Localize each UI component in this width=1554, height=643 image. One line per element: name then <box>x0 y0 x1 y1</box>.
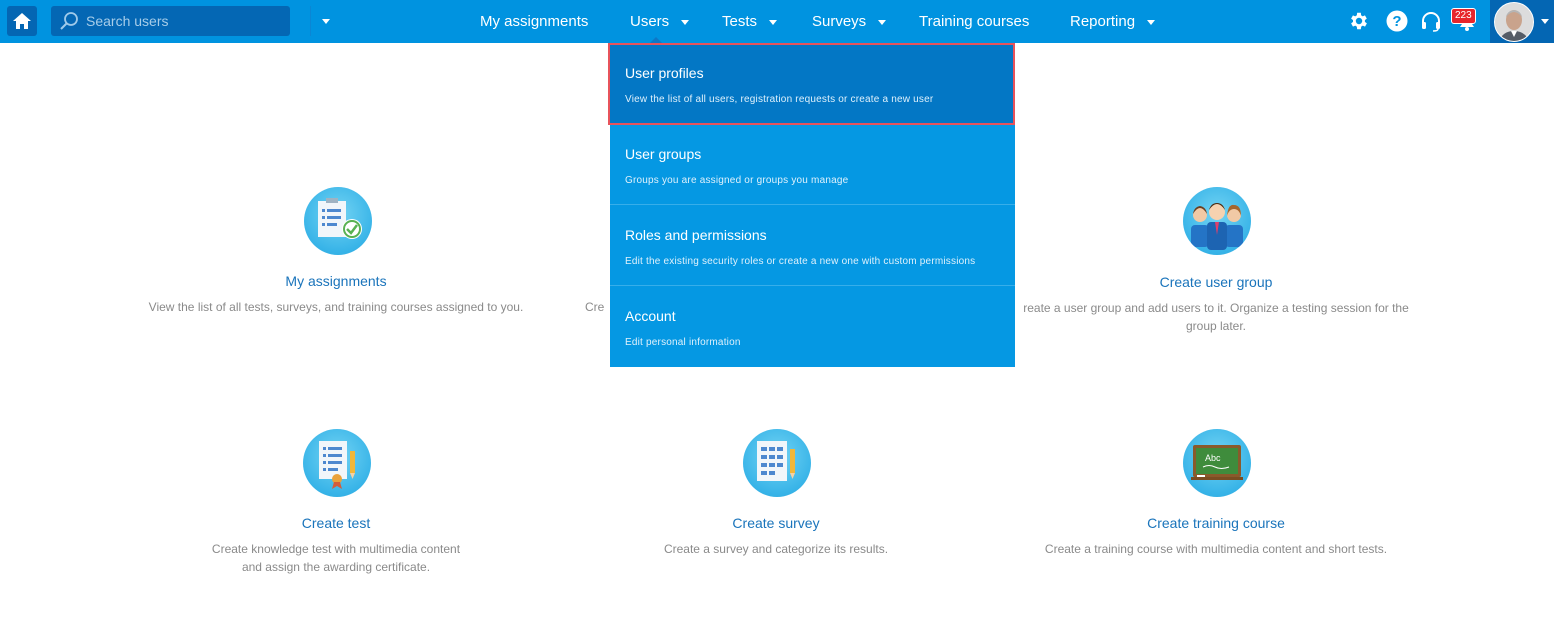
menu-item-description: Edit personal information <box>625 337 741 348</box>
menu-item-roles-and-permissions[interactable]: Roles and permissions Edit the existing … <box>610 206 1015 286</box>
search-icon <box>60 12 78 30</box>
nav-reporting[interactable]: Reporting <box>1070 0 1156 43</box>
avatar <box>1494 2 1534 42</box>
user-photo-icon <box>1495 3 1533 41</box>
description-line: Create knowledge test with multimedia co… <box>211 542 461 556</box>
chevron-down-icon <box>878 20 887 25</box>
description-line: and assign the awarding certificate. <box>241 560 431 574</box>
support-button[interactable] <box>1418 8 1444 34</box>
help-icon: ? <box>1386 10 1408 32</box>
nav-my-assignments[interactable]: My assignments <box>480 0 588 43</box>
chevron-down-icon <box>1541 19 1549 24</box>
create-user-group-icon[interactable] <box>1183 187 1251 255</box>
chalkboard-text: Abc <box>1205 453 1221 463</box>
create-survey-link[interactable]: Create survey <box>732 515 819 531</box>
nav-label: Training courses <box>919 12 1030 30</box>
home-icon <box>13 13 31 29</box>
headset-icon <box>1422 12 1440 32</box>
menu-item-title: User groups <box>625 146 702 162</box>
menu-item-description: Groups you are assigned or groups you ma… <box>625 175 849 186</box>
create-survey-description: Create a survey and categorize its resul… <box>663 542 889 556</box>
settings-button[interactable] <box>1346 8 1372 34</box>
users-dropdown-menu: User profiles View the list of all users… <box>608 43 1015 367</box>
user-search <box>51 6 330 36</box>
chevron-down-icon <box>769 20 778 25</box>
chevron-down-icon <box>681 20 690 25</box>
menu-item-title: Roles and permissions <box>625 227 767 243</box>
nav-label: Surveys <box>812 12 867 30</box>
nav-tests[interactable]: Tests <box>722 0 778 43</box>
create-training-course-icon[interactable]: Abc <box>1183 429 1251 497</box>
notification-count-badge: 223 <box>1451 8 1476 24</box>
description-line: group later. <box>1185 319 1247 333</box>
help-button[interactable]: ? <box>1384 8 1410 34</box>
menu-item-description: Edit the existing security roles or crea… <box>625 256 976 267</box>
search-input[interactable] <box>86 6 276 36</box>
menu-item-user-groups[interactable]: User groups Groups you are assigned or g… <box>610 125 1015 205</box>
create-test-description: Create knowledge test with multimedia co… <box>116 540 556 576</box>
create-test-icon[interactable] <box>303 429 371 497</box>
create-survey-icon[interactable] <box>743 429 811 497</box>
nav-label: Reporting <box>1070 12 1136 30</box>
create-user-group-description: reate a user group and add users to it. … <box>996 299 1436 335</box>
nav-label: My assignments <box>480 12 589 30</box>
menu-item-account[interactable]: Account Edit personal information <box>610 287 1015 367</box>
nav-surveys[interactable]: Surveys <box>812 0 887 43</box>
menu-item-title: User profiles <box>625 65 704 81</box>
nav-label: Tests <box>722 12 758 30</box>
description-line: reate a user group and add users to it. … <box>1023 301 1409 315</box>
menu-item-description: View the list of all users, registration… <box>625 94 934 105</box>
top-navbar: My assignments Users Tests Surveys Train… <box>0 0 1554 43</box>
my-assignments-icon[interactable] <box>304 187 372 255</box>
create-training-course-description: Create a training course with multimedia… <box>1044 542 1388 556</box>
chevron-down-icon <box>321 18 330 24</box>
create-training-course-link[interactable]: Create training course <box>1147 515 1285 531</box>
home-button[interactable] <box>7 6 37 36</box>
create-test-link[interactable]: Create test <box>302 515 370 531</box>
gear-icon <box>1351 12 1367 30</box>
my-assignments-description: View the list of all tests, surveys, and… <box>148 300 524 314</box>
create-user-group-link[interactable]: Create user group <box>1160 274 1273 290</box>
my-assignments-link[interactable]: My assignments <box>285 273 386 289</box>
chevron-down-icon <box>1147 20 1156 25</box>
menu-item-user-profiles[interactable]: User profiles View the list of all users… <box>608 43 1015 125</box>
svg-text:?: ? <box>1392 13 1401 30</box>
search-filter-dropdown[interactable] <box>311 6 340 36</box>
nav-training-courses[interactable]: Training courses <box>919 0 1029 43</box>
menu-item-title: Account <box>625 308 676 324</box>
user-menu[interactable] <box>1490 0 1554 43</box>
